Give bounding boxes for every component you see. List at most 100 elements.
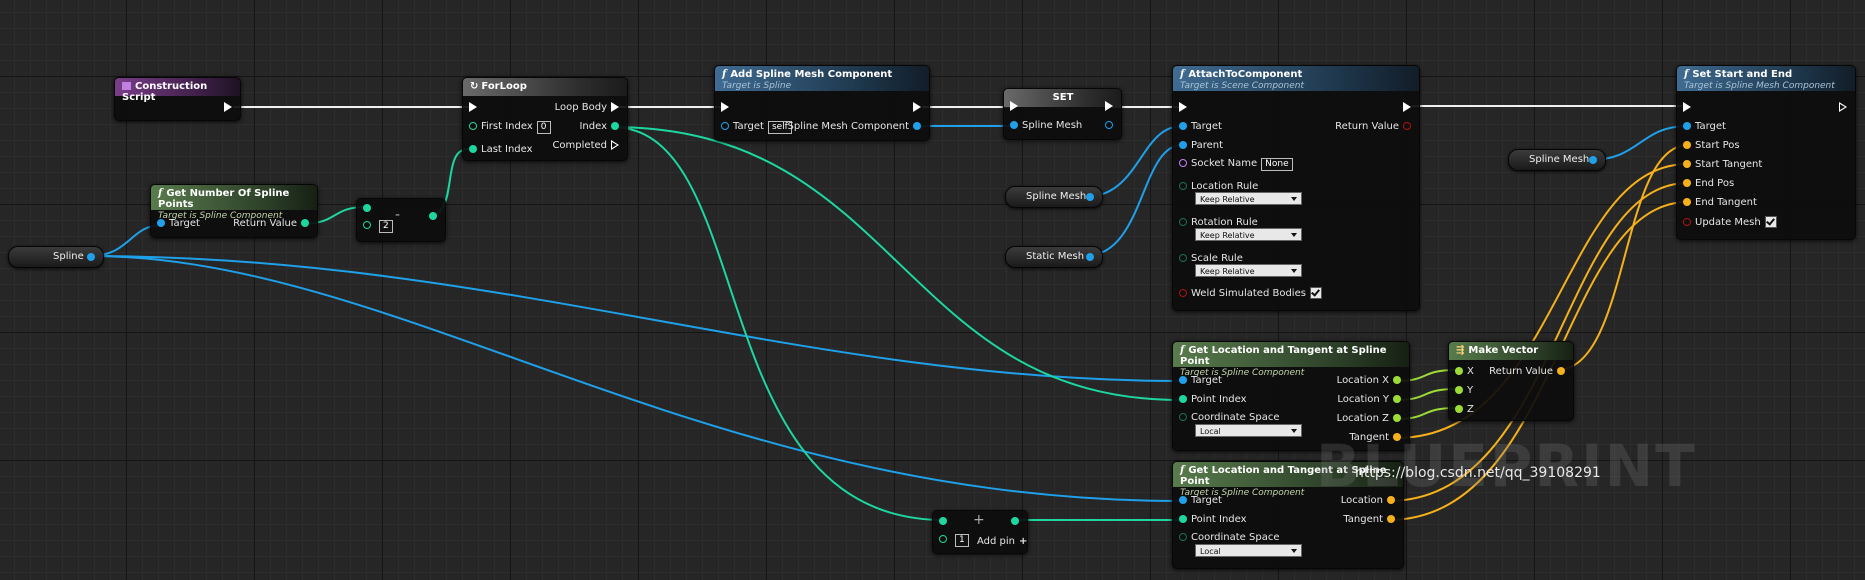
- spline-mesh-set-pin[interactable]: Spline Mesh: [1006, 120, 1082, 131]
- pin-icon: [363, 221, 371, 229]
- subtract-value[interactable]: 2: [379, 220, 393, 233]
- subtract-operator: -: [395, 207, 401, 223]
- return-value-pin[interactable]: Return Value: [1335, 121, 1415, 132]
- target-pin[interactable]: Target: [1175, 121, 1222, 132]
- start-tangent-pin[interactable]: Start Tangent: [1679, 159, 1762, 170]
- forloop-node[interactable]: ↻ ForLoop First Index 0 Last Index Loop Bo…: [462, 77, 628, 161]
- location-rule-dropdown[interactable]: Keep Relative: [1195, 192, 1302, 205]
- rotation-rule-dropdown[interactable]: Keep Relative: [1195, 228, 1302, 241]
- exec-out-pin[interactable]: [220, 102, 236, 113]
- tangent-pin[interactable]: Tangent: [1343, 514, 1399, 525]
- target-pin[interactable]: Target: [1175, 375, 1222, 386]
- pin-icon: [1455, 405, 1463, 413]
- plus-icon: +: [1019, 536, 1028, 547]
- get-number-of-spline-points-node[interactable]: f Get Number Of Spline Points Target is Sp…: [150, 184, 318, 238]
- target-pin[interactable]: Target: [153, 218, 200, 229]
- source-url-overlay: https://blog.csdn.net/qq_39108291: [1355, 465, 1601, 481]
- construction-script-node[interactable]: Construction Script: [114, 77, 241, 121]
- spline-mesh-out-pin[interactable]: [1101, 120, 1117, 131]
- pin-icon: [1179, 159, 1187, 167]
- last-index-pin[interactable]: Last Index: [465, 144, 533, 155]
- pin-icon: [1179, 122, 1187, 130]
- update-mesh-pin[interactable]: Update Mesh: [1679, 216, 1777, 228]
- add-spline-mesh-node[interactable]: f Add Spline Mesh Component Target is Spli…: [714, 65, 930, 141]
- scale-rule-pin[interactable]: Scale Rule: [1175, 253, 1243, 264]
- location-rule-pin[interactable]: Location Rule: [1175, 181, 1258, 192]
- exec-arrow-icon: [721, 102, 729, 112]
- y-pin[interactable]: Y: [1451, 385, 1473, 396]
- pin-icon: [429, 212, 437, 220]
- exec-arrow-icon: [224, 102, 232, 112]
- exec-out-pin[interactable]: [909, 102, 925, 113]
- location-z-pin[interactable]: Location Z: [1337, 413, 1405, 424]
- scale-rule-dropdown[interactable]: Keep Relative: [1195, 264, 1302, 277]
- update-mesh-checkbox[interactable]: [1764, 216, 1777, 228]
- exec-out-pin[interactable]: [1101, 101, 1117, 112]
- exec-out-pin[interactable]: [1399, 102, 1415, 113]
- set-start-and-end-node[interactable]: f Set Start and End Target is Spline Mesh …: [1676, 65, 1856, 240]
- start-pos-pin[interactable]: Start Pos: [1679, 140, 1740, 151]
- spline-mesh-component-pin[interactable]: Spline Mesh Component: [788, 121, 925, 132]
- pin-icon: [1683, 198, 1691, 206]
- add-input-b-pin[interactable]: 1: [935, 534, 969, 547]
- rotation-rule-pin[interactable]: Rotation Rule: [1175, 217, 1258, 228]
- node-header: f Set Start and End Target is Spline Mesh …: [1677, 66, 1855, 91]
- target-pin[interactable]: Target: [1175, 495, 1222, 506]
- pin-icon: [1086, 253, 1094, 261]
- pin-icon: [721, 122, 729, 130]
- make-vector-node[interactable]: ⇶ Make Vector X Y Z Return Value: [1448, 341, 1574, 421]
- target-pin[interactable]: Target: [1679, 121, 1726, 132]
- z-pin[interactable]: Z: [1451, 404, 1474, 415]
- index-pin[interactable]: Index: [579, 121, 623, 132]
- weld-simulated-bodies-pin[interactable]: Weld Simulated Bodies: [1175, 287, 1322, 299]
- exec-arrow-icon: [913, 102, 921, 112]
- coordinate-space-dropdown[interactable]: Local: [1195, 544, 1302, 557]
- exec-in-pin[interactable]: [1175, 102, 1191, 113]
- target-pin[interactable]: Target self: [717, 121, 792, 134]
- first-index-pin[interactable]: First Index 0: [465, 121, 551, 134]
- return-value-pin[interactable]: Return Value: [233, 218, 313, 229]
- socket-name-value[interactable]: None: [1261, 158, 1293, 171]
- loop-body-pin[interactable]: Loop Body: [555, 102, 623, 113]
- location-y-pin[interactable]: Location Y: [1337, 394, 1405, 405]
- subtract-input-b-pin[interactable]: 2: [359, 220, 393, 233]
- subtract-node[interactable]: - 2: [356, 198, 446, 242]
- exec-in-pin[interactable]: [717, 102, 733, 113]
- attach-to-component-node[interactable]: f AttachToComponent Target is Scene Compon…: [1172, 65, 1420, 311]
- add-output-pin[interactable]: [1007, 516, 1023, 527]
- node-title: Get Number Of Spline Points: [158, 188, 290, 210]
- function-icon: f: [1180, 69, 1185, 80]
- coordinate-space-pin[interactable]: Coordinate Space: [1175, 412, 1279, 423]
- add-node[interactable]: + 1 Add pin +: [932, 510, 1028, 554]
- coordinate-space-dropdown[interactable]: Local: [1195, 424, 1302, 437]
- set-node[interactable]: SET Spline Mesh: [1003, 88, 1122, 140]
- coordinate-space-pin[interactable]: Coordinate Space: [1175, 532, 1279, 543]
- node-header: ⇶ Make Vector: [1449, 342, 1573, 360]
- weld-checkbox[interactable]: [1309, 287, 1322, 299]
- socket-name-pin[interactable]: Socket Name None: [1175, 158, 1293, 171]
- location-x-pin[interactable]: Location X: [1337, 375, 1405, 386]
- point-index-pin[interactable]: Point Index: [1175, 394, 1247, 405]
- subtract-input-a-pin[interactable]: [359, 203, 375, 214]
- pin-icon: [1011, 517, 1019, 525]
- add-pin-button[interactable]: Add pin +: [977, 536, 1027, 547]
- x-pin[interactable]: X: [1451, 366, 1474, 377]
- spline-mesh-variable-a[interactable]: Spline Mesh: [1005, 186, 1103, 208]
- exec-in-pin[interactable]: [465, 102, 481, 113]
- end-pos-pin[interactable]: End Pos: [1679, 178, 1734, 189]
- subtract-output-pin[interactable]: [425, 211, 441, 222]
- static-mesh-variable[interactable]: Static Mesh: [1005, 246, 1103, 268]
- exec-out-pin[interactable]: [1835, 102, 1851, 113]
- end-tangent-pin[interactable]: End Tangent: [1679, 197, 1757, 208]
- exec-in-pin[interactable]: [1679, 102, 1695, 113]
- point-index-pin[interactable]: Point Index: [1175, 514, 1247, 525]
- first-index-value[interactable]: 0: [536, 121, 551, 134]
- spline-mesh-variable-b[interactable]: Spline Mesh: [1508, 149, 1606, 171]
- completed-pin[interactable]: Completed: [552, 140, 623, 151]
- parent-pin[interactable]: Parent: [1175, 140, 1223, 151]
- return-value-pin[interactable]: Return Value: [1489, 366, 1569, 377]
- add-value[interactable]: 1: [955, 534, 969, 547]
- exec-in-pin[interactable]: [1006, 101, 1022, 112]
- spline-variable[interactable]: Spline: [8, 246, 104, 268]
- add-input-a-pin[interactable]: [935, 516, 951, 527]
